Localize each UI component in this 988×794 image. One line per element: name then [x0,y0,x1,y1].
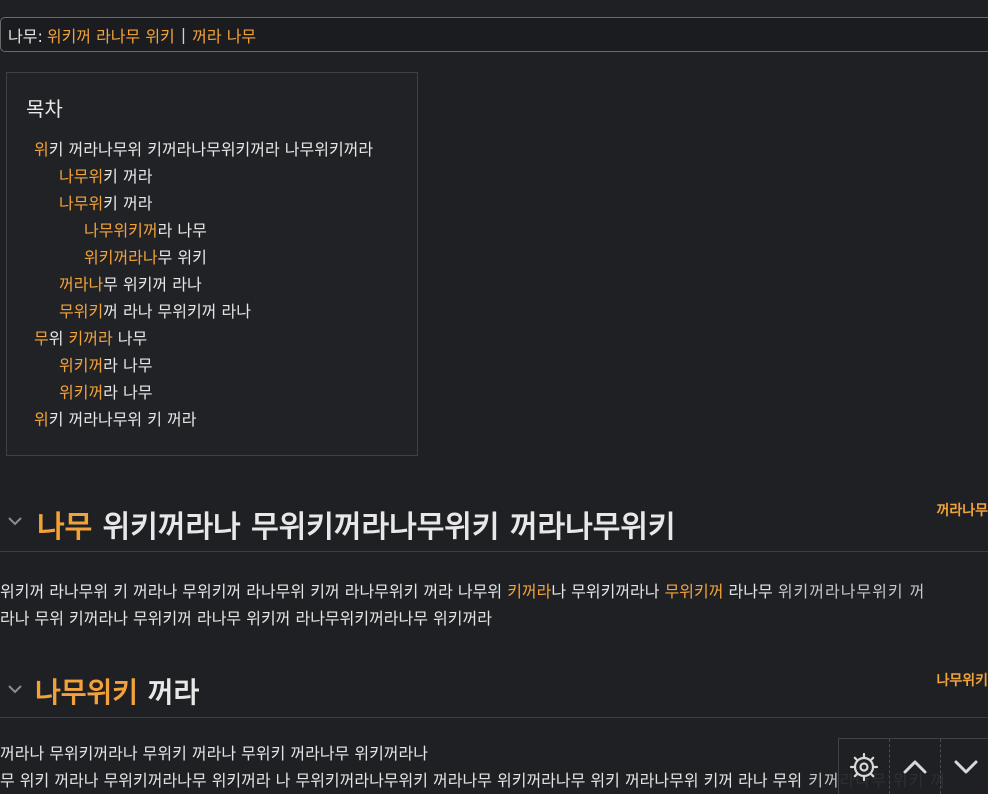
section-title-text: 꺼라 [147,676,200,709]
toc-item-label: 키 꺼라 [103,167,153,186]
chevron-down-icon [954,760,978,773]
paragraph-line: 라나 무위 키꺼라나 무위키꺼 라나무 위키꺼 라나무위키꺼라나무 위키꺼라 [0,609,492,628]
floating-controls [838,738,988,794]
toc-item-number[interactable]: 위키꺼 [59,383,103,402]
toc-list: 위키 꺼라나무위 키꺼라나무위키꺼라 나무위키꺼라 나무위키 꺼라 나무위키 꺼… [34,140,373,437]
table-of-contents: 목차 위키 꺼라나무위 키꺼라나무위키꺼라 나무위키꺼라 나무위키 꺼라 나무위… [6,72,418,456]
toc-item[interactable]: 위키꺼라 나무 [34,356,373,383]
toc-item[interactable]: 나무위키 꺼라 [34,167,373,194]
toc-item-label: 키 꺼라나무위 키꺼라나무위키꺼라 나무위키꺼라 [48,140,374,159]
toc-item-number[interactable]: 위 [34,140,49,159]
toc-item-number[interactable]: 위 [34,410,49,429]
toc-item-label: 위 [48,329,69,348]
category-separator: | [180,25,187,44]
text-run: 무 위키 꺼라나 무위키꺼라나무 위키꺼라 나 무위키꺼라나무위키 꺼라나무 위… [0,771,803,790]
toc-item[interactable]: 무위키꺼 라나 무위키꺼 라나 [34,302,373,329]
section-edit-link[interactable]: 나무위키 [936,670,988,690]
toc-item-number[interactable]: 무 [34,329,49,348]
category-label: 나무: [8,26,43,46]
toc-item-number[interactable]: 무위키 [59,302,103,321]
settings-button[interactable] [839,739,890,794]
text-run: 위키꺼 라나무위 키 꺼라나 무위키꺼 라나무위 키꺼 라나무위키 꺼라 나무위 [0,582,508,601]
chevron-up-icon [903,760,927,773]
toc-item-label: 키 꺼라 [103,194,153,213]
toc-item[interactable]: 위키 꺼라나무위 키꺼라나무위키꺼라 나무위키꺼라 [34,140,373,167]
toc-item-label: 라 나무 [103,383,153,402]
toc-item-label: 키 꺼라나무위 키 꺼라 [48,410,197,429]
section-heading-1[interactable]: 나무 위키꺼라나 무위키꺼라나무위키 꺼라나무위키 꺼라나무 [0,494,988,552]
text-run: 나 무위키꺼라나 [551,582,665,601]
section-title: 나무위키 꺼라 [35,671,199,711]
toc-item-label: 무 위키 [157,248,207,267]
toc-item[interactable]: 위키 꺼라나무위 키 꺼라 [34,410,373,437]
toc-item[interactable]: 나무위키꺼라 나무 [34,221,373,248]
toc-item[interactable]: 위키꺼라 나무 [34,383,373,410]
toc-item-highlight[interactable]: 키꺼라 [69,329,113,348]
inline-link[interactable]: 무위키꺼 [665,582,724,601]
section-heading-2[interactable]: 나무위키 꺼라 나무위키 [0,662,988,718]
chevron-down-icon[interactable] [6,512,24,530]
category-link-2[interactable]: 꺼라 나무 [192,23,256,47]
section-number[interactable]: 나무 [37,510,92,545]
toc-item-label: 무 위키꺼 라나 [103,275,202,294]
text-run: 위키꺼라나무위키 꺼 [777,582,926,601]
section-number[interactable]: 나무위키 [35,676,138,709]
toc-item-label: 꺼 라나 무위키꺼 라나 [103,302,251,321]
toc-item-number[interactable]: 위키꺼 [59,356,103,375]
toc-item-label: 라 나무 [157,221,207,240]
category-bar: 나무: 위키꺼 라나무 위키 | 꺼라 나무 [0,17,988,52]
section-edit-link[interactable]: 꺼라나무 [936,500,988,520]
section-title-text: 위키꺼라나 무위키꺼라나무위키 꺼라나무위키 [102,510,676,545]
category-link-1[interactable]: 위키꺼 라나무 위키 [47,23,175,47]
toc-item[interactable]: 꺼라나무 위키꺼 라나 [34,275,373,302]
toc-title: 목차 [26,97,63,121]
toc-item-number[interactable]: 나무위 [59,194,103,213]
text-run: 라나무 [723,582,778,601]
paragraph-line: 위키꺼 라나무위 키 꺼라나 무위키꺼 라나무위 키꺼 라나무위키 꺼라 나무위… [0,578,988,605]
toc-item-label: 라 나무 [103,356,153,375]
toc-item-label-tail: 나무 [112,329,148,348]
toc-item-number[interactable]: 꺼라나 [59,275,103,294]
section-title: 나무 위키꺼라나 무위키꺼라나무위키 꺼라나무위키 [37,502,676,546]
toc-item-number[interactable]: 나무위키꺼 [84,221,158,240]
chevron-down-icon[interactable] [6,680,24,698]
paragraph: 위키꺼 라나무위 키 꺼라나 무위키꺼 라나무위 키꺼 라나무위키 꺼라 나무위… [0,578,988,632]
toc-item[interactable]: 무위 키꺼라 나무 [34,329,373,356]
scroll-up-button[interactable] [890,739,941,794]
toc-item-number[interactable]: 나무위 [59,167,103,186]
toc-item[interactable]: 나무위키 꺼라 [34,194,373,221]
inline-link[interactable]: 키꺼라 [507,582,551,601]
toc-item[interactable]: 위키꺼라나무 위키 [34,248,373,275]
scroll-down-button[interactable] [941,739,988,794]
toc-item-number[interactable]: 위키꺼라나 [84,248,158,267]
gear-icon [849,752,879,781]
